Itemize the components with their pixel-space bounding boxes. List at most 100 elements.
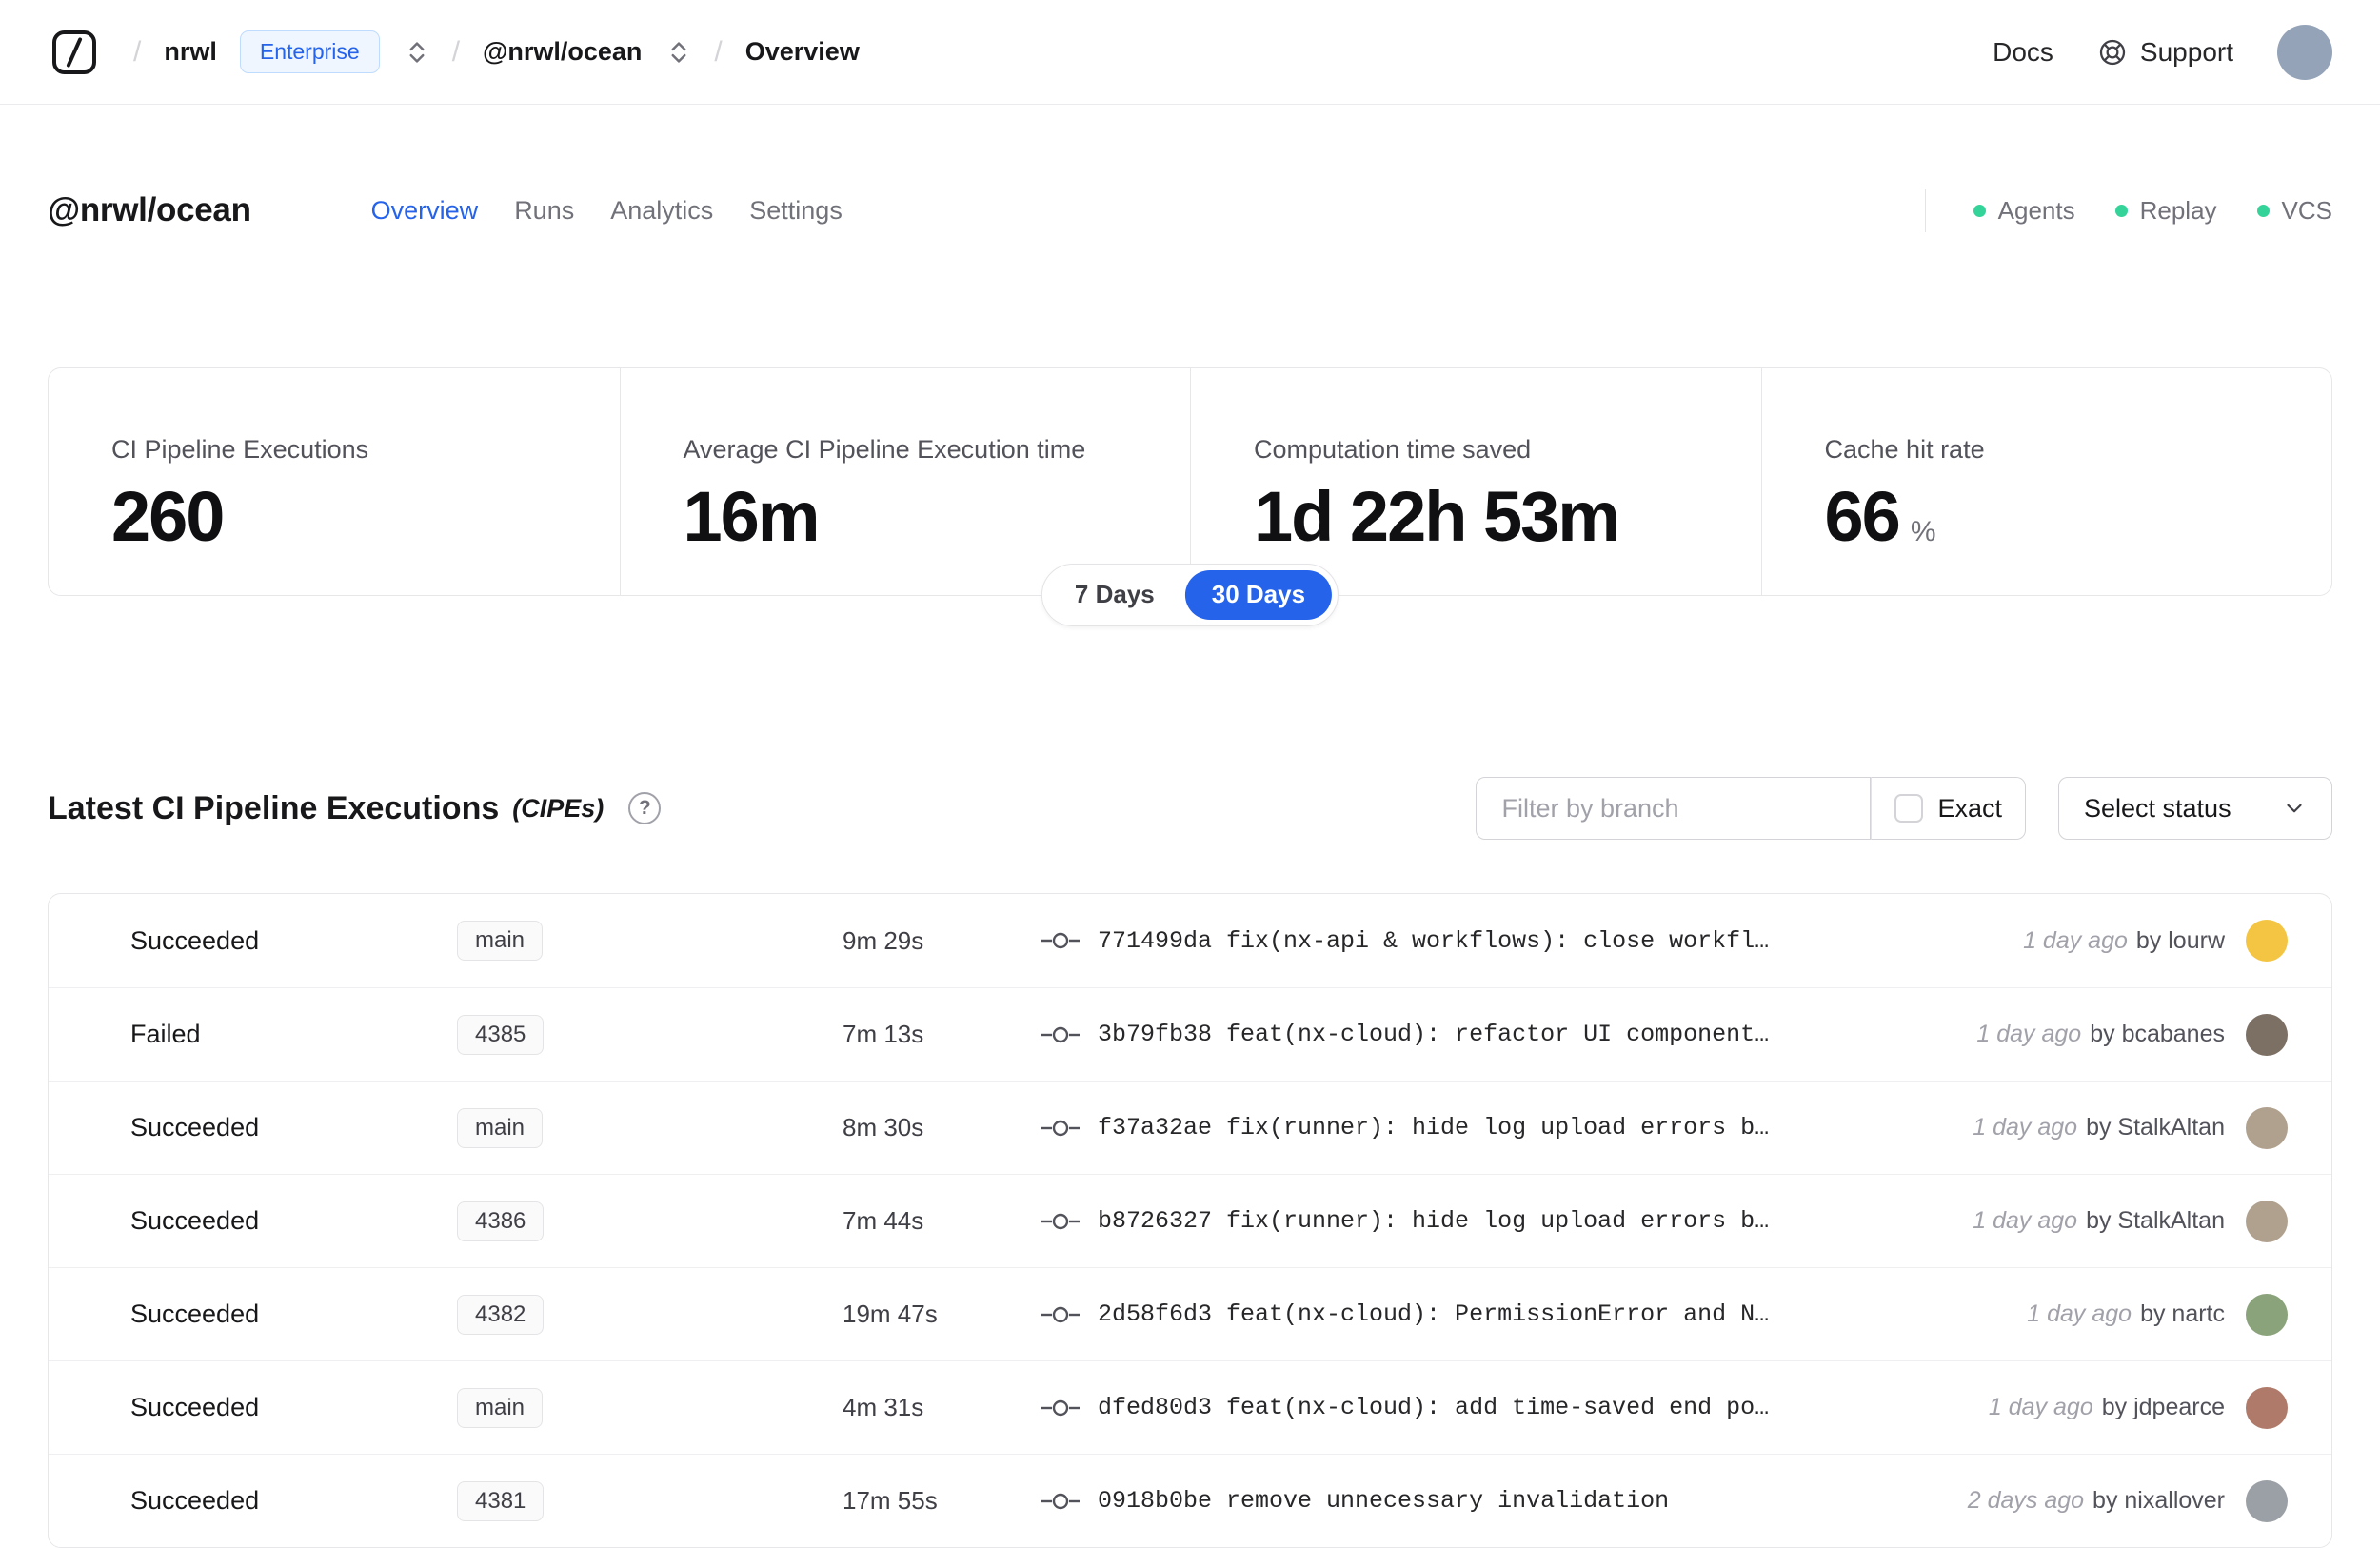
indicator-replay[interactable]: Replay [2114, 196, 2217, 226]
status-label: Succeeded [130, 1393, 260, 1421]
branch-badge[interactable]: 4385 [457, 1014, 545, 1055]
green-dot-icon [2256, 204, 2270, 217]
table-row[interactable]: Succeeded main 4m 31s dfed80d3 feat(nx-c… [49, 1360, 2331, 1454]
commit-message[interactable]: 0918b0be remove unnecessary invalidation [1098, 1487, 1968, 1515]
branch-filter-input[interactable] [1476, 777, 1872, 840]
status-indicators: Agents Replay VCS [1924, 189, 2332, 232]
range-7-days[interactable]: 7 Days [1048, 570, 1181, 620]
commit-message[interactable]: f37a32ae fix(runner): hide log upload er… [1098, 1114, 1973, 1141]
author-avatar[interactable] [2246, 1200, 2288, 1242]
author: by StalkAltan [2086, 1114, 2225, 1141]
duration-label: 4m 31s [843, 1393, 924, 1421]
support-label: Support [2139, 36, 2233, 67]
author-avatar[interactable] [2246, 1479, 2288, 1522]
table-row[interactable]: Succeeded main 9m 29s 771499da fix(nx-ap… [49, 894, 2331, 987]
branch-badge[interactable]: 4386 [457, 1201, 545, 1241]
green-dot-icon [1973, 204, 1986, 217]
author-avatar[interactable] [2246, 1106, 2288, 1149]
workspace-switcher-icon[interactable] [666, 38, 691, 67]
tab-overview[interactable]: Overview [371, 196, 479, 226]
author-avatar[interactable] [2246, 1386, 2288, 1429]
author: by nartc [2140, 1300, 2225, 1327]
status-label: Succeeded [130, 1300, 260, 1328]
stat-computation-time-saved: Computation time saved 1d 22h 53m [1190, 368, 1761, 595]
indicator-agents[interactable]: Agents [1973, 196, 2075, 226]
workspace-tabs: Overview Runs Analytics Settings [371, 196, 843, 226]
range-30-days[interactable]: 30 Days [1184, 570, 1333, 620]
stat-ci-pipeline-executions: CI Pipeline Executions 260 [49, 368, 620, 595]
indicator-vcs[interactable]: VCS [2256, 196, 2332, 226]
support-lifebuoy-icon [2099, 39, 2126, 65]
commit-message[interactable]: 771499da fix(nx-api & workflows): close … [1098, 927, 2023, 955]
stat-value: 260 [111, 477, 225, 556]
cipes-section-header: Latest CI Pipeline Executions (CIPEs) ? … [48, 777, 2332, 840]
org-switcher-icon[interactable] [405, 38, 429, 67]
breadcrumb: / nrwl Enterprise / @nrwl/ocean / Overvi… [133, 30, 860, 73]
help-icon[interactable]: ? [628, 792, 662, 824]
author-avatar[interactable] [2246, 1293, 2288, 1336]
table-row[interactable]: Failed 4385 7m 13s 3b79fb38 feat(nx-clou… [49, 987, 2331, 1081]
stat-value: 66 [1824, 477, 1901, 556]
git-commit-icon [1041, 1116, 1098, 1141]
breadcrumb-org[interactable]: nrwl [164, 37, 217, 67]
stat-suffix: % [1910, 516, 1936, 547]
table-row[interactable]: Succeeded 4386 7m 44s b8726327 fix(runne… [49, 1174, 2331, 1267]
breadcrumb-separator: / [133, 35, 142, 68]
support-link[interactable]: Support [2097, 37, 2233, 68]
author-avatar[interactable] [2246, 920, 2288, 962]
author: by nixallover [2092, 1487, 2225, 1514]
status-select-label: Select status [2084, 793, 2231, 823]
commit-message[interactable]: 2d58f6d3 feat(nx-cloud): PermissionError… [1098, 1300, 2027, 1328]
exact-checkbox[interactable] [1894, 794, 1924, 823]
duration-label: 7m 44s [843, 1206, 924, 1235]
author: by StalkAltan [2086, 1207, 2225, 1234]
author-avatar[interactable] [2246, 1013, 2288, 1056]
git-commit-icon [1041, 1209, 1098, 1234]
tab-runs[interactable]: Runs [514, 196, 574, 226]
tab-analytics[interactable]: Analytics [610, 196, 713, 226]
timestamp: 1 day ago [1976, 1021, 2082, 1047]
row-meta: 1 day ago by bcabanes [1976, 1021, 2225, 1048]
exact-label: Exact [1937, 793, 2002, 823]
docs-link[interactable]: Docs [1993, 37, 2053, 68]
timestamp: 2 days ago [1967, 1487, 2085, 1514]
date-range-toggle: 7 Days 30 Days [1041, 564, 1339, 626]
status-select-dropdown[interactable]: Select status [2058, 777, 2332, 840]
table-row[interactable]: Succeeded 4382 19m 47s 2d58f6d3 feat(nx-… [49, 1267, 2331, 1360]
stat-average-execution-time: Average CI Pipeline Execution time 16m [619, 368, 1191, 595]
top-navbar: / nrwl Enterprise / @nrwl/ocean / Overvi… [0, 0, 2380, 105]
commit-message[interactable]: 3b79fb38 feat(nx-cloud): refactor UI com… [1098, 1021, 1976, 1048]
branch-badge[interactable]: main [457, 921, 544, 961]
duration-label: 9m 29s [843, 925, 924, 955]
commit-message[interactable]: dfed80d3 feat(nx-cloud): add time-saved … [1098, 1394, 1989, 1421]
branch-badge[interactable]: main [457, 1107, 544, 1148]
exact-toggle[interactable]: Exact [1871, 777, 2026, 840]
status-label: Succeeded [130, 1113, 260, 1141]
nx-cloud-logo-icon[interactable] [48, 26, 101, 79]
row-meta: 1 day ago by lourw [2023, 927, 2225, 955]
user-avatar[interactable] [2277, 24, 2332, 80]
timestamp: 1 day ago [1973, 1207, 2078, 1234]
indicator-agents-label: Agents [1997, 195, 2075, 225]
commit-message[interactable]: b8726327 fix(runner): hide log upload er… [1098, 1207, 1973, 1235]
timestamp: 1 day ago [1973, 1114, 2078, 1141]
cipe-table: Succeeded main 9m 29s 771499da fix(nx-ap… [48, 893, 2332, 1548]
branch-filter-group: Exact [1476, 777, 2026, 840]
stat-value: 16m [683, 477, 821, 556]
author: by bcabanes [2090, 1021, 2225, 1047]
breadcrumb-separator: / [451, 35, 461, 68]
table-row[interactable]: Succeeded 4381 17m 55s 0918b0be remove u… [49, 1454, 2331, 1547]
branch-badge[interactable]: 4381 [457, 1480, 545, 1521]
stats-cards: CI Pipeline Executions 260 Average CI Pi… [48, 367, 2332, 626]
row-meta: 1 day ago by StalkAltan [1973, 1207, 2225, 1235]
table-row[interactable]: Succeeded main 8m 30s f37a32ae fix(runne… [49, 1081, 2331, 1174]
breadcrumb-separator: / [714, 35, 723, 68]
duration-label: 19m 47s [843, 1300, 938, 1328]
author: by lourw [2135, 926, 2225, 954]
git-commit-icon [1041, 1396, 1098, 1420]
tab-settings[interactable]: Settings [749, 196, 843, 226]
branch-badge[interactable]: 4382 [457, 1294, 545, 1335]
branch-badge[interactable]: main [457, 1387, 544, 1428]
status-label: Succeeded [130, 1206, 260, 1235]
breadcrumb-workspace[interactable]: @nrwl/ocean [483, 37, 642, 67]
